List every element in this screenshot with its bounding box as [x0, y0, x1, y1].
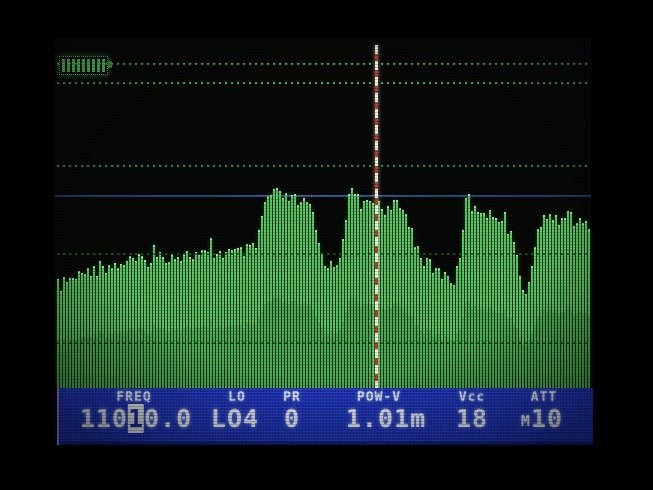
field-lo: LO: [228, 391, 246, 405]
pr-label: PR: [283, 391, 301, 405]
device-photo: FREQ 11010.0 LO LO4 PR 0 POW-V 1.01m Vcc…: [0, 0, 653, 490]
lo-label: LO: [228, 391, 246, 405]
att-value: M10: [521, 404, 563, 436]
freq-value-pre: 110: [80, 404, 128, 433]
lcd-display: FREQ 11010.0 LO LO4 PR 0 POW-V 1.01m Vcc…: [55, 38, 591, 446]
vcc-value: 18: [456, 404, 488, 434]
pow-v-value: 1.01m: [346, 404, 426, 434]
battery-full-icon: [59, 56, 108, 75]
field-pr: PR: [283, 391, 301, 405]
field-freq: FREQ: [116, 391, 151, 405]
pow-v-label: POW-V: [357, 391, 401, 405]
freq-value: 11010.0: [80, 404, 192, 434]
att-value-prefix: M: [521, 412, 531, 430]
att-value-number: 10: [531, 404, 563, 433]
battery-cells: [62, 59, 105, 72]
battery-nub: [108, 61, 112, 68]
field-att: ATT: [531, 391, 557, 405]
vcc-label: Vcc: [459, 391, 485, 405]
frequency-marker-line: [375, 45, 378, 388]
status-bar: FREQ 11010.0 LO LO4 PR 0 POW-V 1.01m Vcc…: [57, 388, 593, 445]
gridline: [57, 82, 589, 84]
att-label: ATT: [531, 391, 557, 405]
freq-edit-cursor: 1: [128, 404, 144, 433]
freq-label: FREQ: [116, 391, 151, 405]
pr-value: 0: [284, 404, 300, 434]
gridline: [57, 165, 589, 167]
reference-level-line: [55, 195, 591, 197]
gridline-overlay: [57, 342, 589, 344]
gridline: [57, 63, 589, 65]
field-pow-v: POW-V: [357, 391, 401, 405]
gridline-overlay: [57, 253, 589, 255]
lo-value: LO4: [211, 404, 259, 434]
freq-value-post: 0.0: [144, 404, 192, 433]
field-vcc: Vcc: [459, 391, 485, 405]
